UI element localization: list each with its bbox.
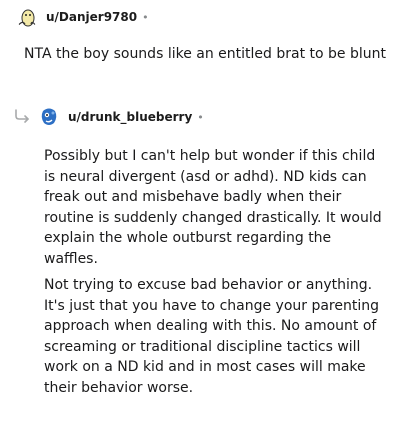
parent-comment-body: NTA the boy sounds like an entitled brat…: [24, 46, 386, 62]
separator-dot: •: [142, 10, 149, 24]
reply-comment-body: Possibly but I can't help but wonder if …: [44, 146, 384, 404]
reply-username[interactable]: u/drunk_blueberry: [68, 110, 192, 124]
parent-username[interactable]: u/Danjer9780: [46, 10, 137, 24]
reply-comment-header: u/drunk_blueberry •: [38, 104, 204, 130]
reply-paragraph: Possibly but I can't help but wonder if …: [44, 148, 382, 267]
parent-comment-header: u/Danjer9780 •: [16, 3, 149, 31]
separator-dot: •: [197, 110, 204, 124]
reply-arrow-icon: [14, 108, 32, 124]
avatar-icon[interactable]: [38, 106, 60, 128]
avatar-icon[interactable]: [16, 6, 38, 28]
reply-paragraph: Not trying to excuse bad behavior or any…: [44, 277, 380, 396]
